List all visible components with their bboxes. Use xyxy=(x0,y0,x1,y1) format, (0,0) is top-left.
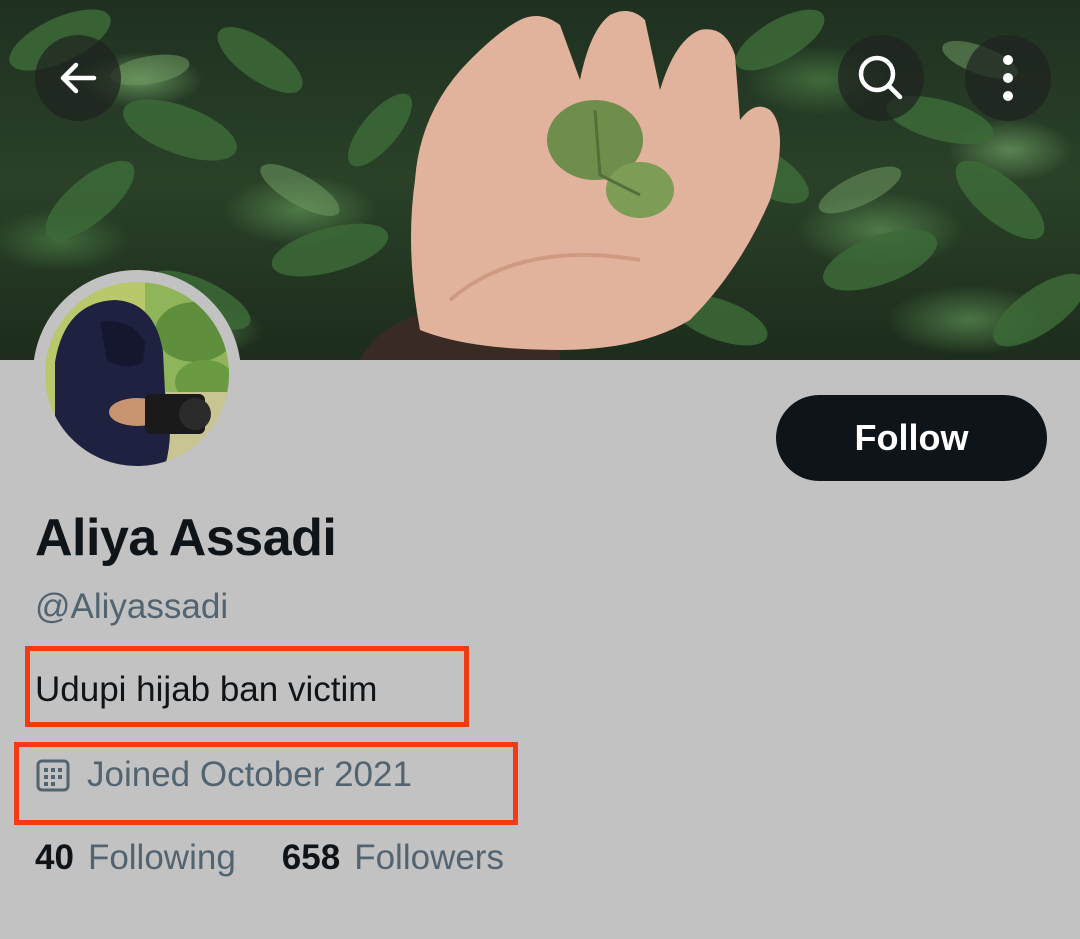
joined-highlight-box xyxy=(14,742,518,825)
search-button[interactable] xyxy=(838,35,924,121)
display-name: Aliya Assadi xyxy=(35,509,337,567)
followers-count: 658 xyxy=(281,838,341,877)
follow-button[interactable]: Follow xyxy=(776,395,1047,481)
followers-link[interactable]: 658 Followers xyxy=(282,838,504,878)
bio-highlight-box xyxy=(25,646,469,727)
following-count: 40 xyxy=(35,838,74,877)
search-icon xyxy=(853,50,909,106)
arrow-left-icon xyxy=(54,54,102,102)
followers-label: Followers xyxy=(354,838,504,877)
back-button[interactable] xyxy=(35,35,121,121)
avatar[interactable] xyxy=(45,282,229,466)
follow-button-label: Follow xyxy=(854,417,969,458)
follow-stats: 40 Following 658 Followers xyxy=(35,838,504,878)
avatar-photo xyxy=(45,282,229,466)
following-label: Following xyxy=(87,838,236,877)
more-vertical-icon xyxy=(998,52,1018,104)
profile-handle: @Aliyassadi xyxy=(35,587,229,626)
following-link[interactable]: 40 Following xyxy=(35,838,236,878)
avatar-frame[interactable] xyxy=(33,270,241,478)
more-options-button[interactable] xyxy=(965,35,1051,121)
